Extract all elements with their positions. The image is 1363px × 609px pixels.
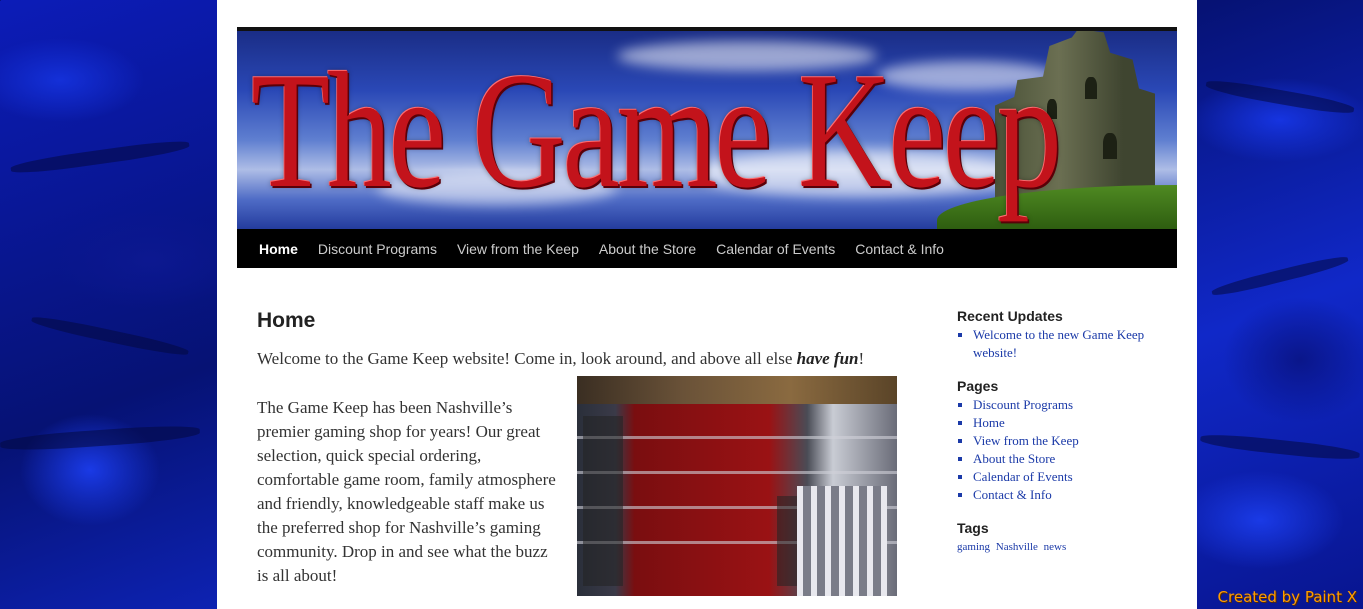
sidebar: Recent Updates Welcome to the new Game K… bbox=[957, 306, 1167, 570]
site-title: The Game Keep bbox=[251, 38, 1062, 222]
background-stone bbox=[9, 137, 191, 177]
about-paragraph: The Game Keep has been Nashville’s premi… bbox=[257, 398, 556, 585]
welcome-paragraph: Welcome to the Game Keep website! Come i… bbox=[257, 348, 917, 370]
pages-title: Pages bbox=[957, 378, 999, 394]
pages-list-item: About the Store bbox=[973, 450, 1167, 468]
credit-watermark: Created by Paint X bbox=[1217, 588, 1357, 606]
background-texture bbox=[0, 0, 1, 1]
recent-update-link[interactable]: Welcome to the new Game Keep website! bbox=[973, 327, 1144, 360]
photo-top-shelf bbox=[577, 376, 897, 404]
page-link-home[interactable]: Home bbox=[973, 415, 1005, 430]
recent-updates-title: Recent Updates bbox=[957, 308, 1063, 324]
page-container: The Game Keep Home Discount Programs Vie… bbox=[217, 0, 1197, 609]
pages-widget: Pages Discount Programs Home View from t… bbox=[957, 376, 1167, 504]
nav-item-discount-programs[interactable]: Discount Programs bbox=[308, 241, 447, 257]
page-link-calendar-of-events[interactable]: Calendar of Events bbox=[973, 469, 1073, 484]
background-stone bbox=[30, 313, 190, 359]
tags-widget: Tags gaming Nashville news bbox=[957, 518, 1167, 556]
page-link-about-the-store[interactable]: About the Store bbox=[973, 451, 1055, 466]
nav-item-home[interactable]: Home bbox=[249, 241, 308, 257]
nav-item-calendar-of-events[interactable]: Calendar of Events bbox=[706, 241, 845, 257]
tag-cloud: gaming Nashville news bbox=[957, 538, 1167, 556]
recent-updates-widget: Recent Updates Welcome to the new Game K… bbox=[957, 306, 1167, 362]
castle-window bbox=[1085, 77, 1097, 99]
pages-list-item: Discount Programs bbox=[973, 396, 1167, 414]
welcome-text: Welcome to the Game Keep website! Come i… bbox=[257, 349, 797, 368]
main-content: Home Welcome to the Game Keep website! C… bbox=[257, 296, 917, 596]
store-photo[interactable] bbox=[577, 376, 897, 596]
background-stone bbox=[1204, 77, 1356, 117]
welcome-emphasis: have fun bbox=[796, 349, 859, 368]
background-stone bbox=[1210, 253, 1350, 299]
nav-item-about-the-store[interactable]: About the Store bbox=[589, 241, 706, 257]
photo-card-rack bbox=[797, 486, 887, 596]
main-nav: Home Discount Programs View from the Kee… bbox=[237, 229, 1177, 268]
photo-shelf-line bbox=[577, 436, 897, 439]
recent-update-item: Welcome to the new Game Keep website! bbox=[973, 326, 1167, 362]
tag-link-nashville[interactable]: Nashville bbox=[996, 541, 1038, 553]
pages-list-item: Calendar of Events bbox=[973, 468, 1167, 486]
welcome-end: ! bbox=[858, 349, 865, 368]
page-link-contact-info[interactable]: Contact & Info bbox=[973, 487, 1052, 502]
nav-item-view-from-the-keep[interactable]: View from the Keep bbox=[447, 241, 589, 257]
tags-title: Tags bbox=[957, 520, 989, 536]
pages-list-item: View from the Keep bbox=[973, 432, 1167, 450]
background-stone bbox=[0, 423, 201, 453]
castle-window bbox=[1103, 133, 1117, 159]
tag-link-gaming[interactable]: gaming bbox=[957, 541, 990, 553]
nav-item-contact-info[interactable]: Contact & Info bbox=[845, 241, 954, 257]
background-stone bbox=[1199, 431, 1361, 463]
pages-list-item: Home bbox=[973, 414, 1167, 432]
tag-link-news[interactable]: news bbox=[1044, 541, 1067, 553]
page-title: Home bbox=[257, 309, 316, 332]
photo-shelf-line bbox=[577, 471, 897, 474]
pages-list-item: Contact & Info bbox=[973, 486, 1167, 504]
site-banner[interactable]: The Game Keep bbox=[237, 31, 1177, 229]
page-link-view-from-the-keep[interactable]: View from the Keep bbox=[973, 433, 1079, 448]
page-link-discount-programs[interactable]: Discount Programs bbox=[973, 397, 1073, 412]
photo-box bbox=[583, 416, 623, 586]
